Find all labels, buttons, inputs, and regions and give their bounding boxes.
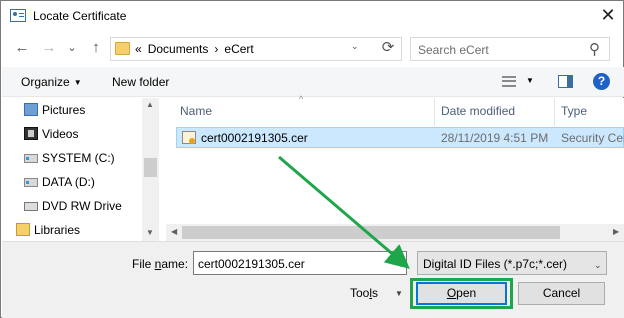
view-options-caret-icon[interactable]: ▼	[526, 76, 534, 85]
folder-icon	[115, 42, 130, 55]
certificate-file-icon	[182, 131, 196, 144]
scroll-up-arrow-icon[interactable]: ▲	[146, 100, 154, 109]
sort-ascending-icon: ^	[299, 94, 304, 104]
file-list: ^ Name Date modified Type cert0002191305…	[166, 94, 624, 241]
preview-pane-icon[interactable]	[558, 75, 573, 88]
navigation-pane: Pictures Videos SYSTEM (C:) DATA (D:) DV…	[2, 98, 159, 241]
tools-caret-icon[interactable]: ▼	[395, 289, 403, 298]
videos-icon	[24, 127, 38, 140]
locate-certificate-dialog: Locate Certificate ✕ ← → ⌄ ↑ « Documents ›…	[0, 0, 624, 318]
sidebar-item-label: DATA (D:)	[42, 175, 95, 189]
window-title: Locate Certificate	[33, 9, 127, 23]
sidebar-item-pictures[interactable]: Pictures	[24, 103, 86, 123]
search-placeholder: Search eCert	[418, 43, 489, 57]
chevron-down-icon: ⌄	[594, 260, 602, 270]
change-view-icon[interactable]	[502, 76, 516, 87]
help-icon[interactable]: ?	[593, 73, 610, 90]
search-input[interactable]: Search eCert ⚲	[410, 37, 610, 61]
refresh-button[interactable]: ⟳	[379, 39, 397, 57]
file-name-dropdown-icon[interactable]: ▼	[397, 260, 405, 269]
pictures-icon	[24, 103, 38, 116]
file-type-cell: Security Certificate	[561, 131, 624, 145]
file-date-cell: 28/11/2019 4:51 PM	[441, 131, 549, 145]
up-folder-button[interactable]: ↑	[88, 39, 104, 57]
forward-button[interactable]: →	[41, 39, 57, 57]
organize-caret-icon: ▼	[73, 78, 82, 87]
recent-locations-dropdown[interactable]: ⌄	[64, 39, 80, 57]
command-toolbar: Organize ▼ New folder ▼ ?	[2, 67, 624, 97]
breadcrumb-separator[interactable]: ›	[214, 42, 218, 56]
column-divider[interactable]	[554, 98, 555, 126]
sidebar-item-label: Videos	[42, 127, 79, 141]
scroll-right-arrow-icon[interactable]: ▶	[613, 227, 619, 236]
column-header-type[interactable]: Type	[561, 104, 587, 118]
sidebar-item-libraries[interactable]: Libraries	[16, 223, 81, 243]
new-folder-button[interactable]: New folder	[112, 75, 169, 89]
file-name-label: File name:	[132, 257, 189, 271]
file-type-filter-value: Digital ID Files (*.p7c;*.cer)	[423, 257, 568, 271]
dialog-icon	[10, 9, 26, 22]
file-name-value: cert0002191305.cer	[198, 257, 305, 271]
sidebar-item-label: SYSTEM (C:)	[42, 151, 115, 165]
open-button[interactable]: Open	[416, 282, 507, 305]
sidebar-item-dvd-rw-drive[interactable]: DVD RW Drive	[24, 199, 122, 219]
breadcrumb-ecert[interactable]: eCert	[224, 42, 253, 56]
file-name-field[interactable]: cert0002191305.cer	[193, 251, 407, 275]
libraries-icon	[16, 223, 30, 236]
column-header-date-modified[interactable]: Date modified	[441, 104, 515, 118]
organize-label: Organize	[21, 75, 70, 89]
search-icon: ⚲	[589, 41, 600, 58]
breadcrumb: « Documents › eCert	[135, 42, 260, 56]
address-history-dropdown[interactable]: ⌄	[351, 41, 359, 52]
sidebar-item-data-d[interactable]: DATA (D:)	[24, 175, 95, 195]
dvd-icon	[24, 202, 38, 211]
title-bar: Locate Certificate ✕	[1, 1, 623, 31]
drive-icon	[24, 178, 38, 187]
column-header-name[interactable]: Name	[180, 104, 212, 118]
sidebar-item-label: Libraries	[34, 223, 81, 237]
breadcrumb-documents[interactable]: Documents	[148, 42, 209, 56]
sidebar-item-label: Pictures	[42, 103, 86, 117]
breadcrumb-overflow[interactable]: «	[135, 42, 142, 56]
file-list-scroll-thumb[interactable]	[182, 226, 560, 239]
column-divider[interactable]	[434, 98, 435, 126]
scroll-down-arrow-icon[interactable]: ▼	[146, 228, 154, 237]
file-name-cell: cert0002191305.cer	[201, 131, 308, 145]
nav-scroll-thumb[interactable]	[144, 158, 157, 177]
cancel-button[interactable]: Cancel	[518, 282, 605, 305]
scroll-left-arrow-icon[interactable]: ◀	[171, 227, 177, 236]
sidebar-item-label: DVD RW Drive	[42, 199, 122, 213]
drive-icon	[24, 154, 38, 163]
organize-button[interactable]: Organize ▼	[21, 75, 82, 89]
close-button[interactable]: ✕	[595, 4, 621, 28]
file-row-selected[interactable]: cert0002191305.cer 28/11/2019 4:51 PM Se…	[176, 127, 624, 148]
sidebar-item-videos[interactable]: Videos	[24, 127, 79, 147]
tools-menu-button[interactable]: Tools	[350, 286, 378, 300]
sidebar-item-system-c[interactable]: SYSTEM (C:)	[24, 151, 115, 171]
back-button[interactable]: ←	[14, 39, 30, 57]
file-type-filter-select[interactable]: Digital ID Files (*.p7c;*.cer) ⌄	[417, 251, 607, 275]
